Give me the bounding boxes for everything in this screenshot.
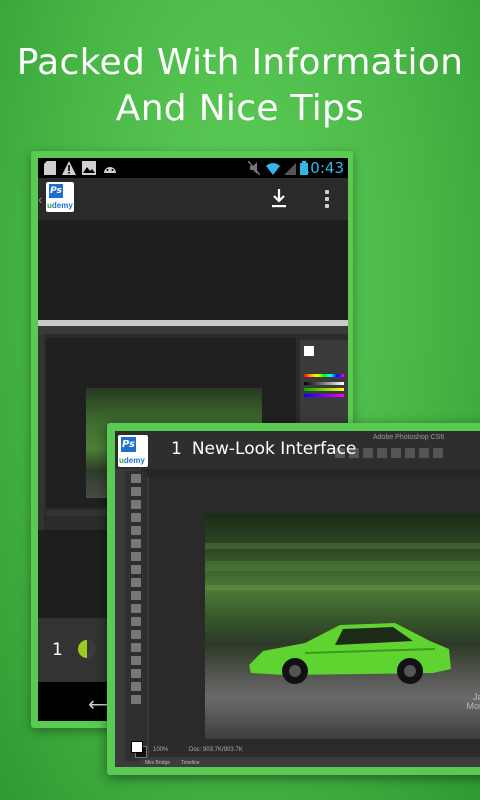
headline-line-2: And Nice Tips	[115, 88, 365, 129]
green-sports-car	[249, 623, 451, 684]
ps-bottom-tabs: Mini Bridge Timeline	[141, 759, 480, 767]
status-time: 10:43	[300, 159, 344, 177]
ps-toolbar	[125, 471, 147, 761]
tab-mini-bridge[interactable]: Mini Bridge	[145, 760, 170, 766]
download-icon[interactable]	[271, 189, 287, 209]
foreground-color-swatch	[131, 741, 143, 753]
lesson-title-row: 1 New-Look Interface	[171, 439, 356, 459]
wifi-icon	[266, 163, 280, 175]
status-bar: 10:43	[38, 158, 348, 178]
tab-timeline[interactable]: Timeline	[181, 760, 200, 766]
zoom-level: 100%	[153, 747, 169, 753]
lesson-number: 1	[171, 439, 182, 459]
lesson-header: Ps udemy Adobe Photoshop CS6 1 New-Look I…	[115, 431, 480, 469]
document-area: Jason Morgan	[149, 477, 480, 745]
sd-card-icon	[44, 161, 56, 175]
signal-icon	[284, 163, 296, 175]
page-number: 1	[52, 640, 63, 660]
front-tablet-frame: Ps udemy Adobe Photoshop CS6 1 New-Look I…	[107, 423, 480, 775]
progress-indicator	[78, 640, 96, 658]
ps-status-bar: 100% Doc: 903.7K/903.7K	[149, 745, 480, 757]
lesson-title: New-Look Interface	[191, 439, 357, 459]
action-bar: ‹ Ps udemy	[38, 178, 348, 220]
headline-line-1: Packed With Information	[16, 42, 464, 83]
headline: Packed With Information And Nice Tips	[0, 40, 480, 132]
image-icon	[82, 161, 96, 175]
doc-info: Doc: 903.7K/903.7K	[189, 747, 243, 753]
warning-icon	[62, 161, 76, 175]
mute-icon	[248, 161, 260, 175]
overflow-menu-icon[interactable]	[324, 190, 330, 210]
car-image: Jason Morgan	[205, 513, 480, 739]
app-window-title: Adobe Photoshop CS6	[373, 434, 445, 441]
android-icon	[104, 167, 116, 173]
front-tablet-screen: Ps udemy Adobe Photoshop CS6 1 New-Look I…	[115, 431, 480, 767]
ps-options-bar	[335, 445, 480, 461]
photo-watermark: Jason Morgan	[466, 692, 480, 711]
up-caret-icon[interactable]: ‹	[38, 191, 43, 207]
app-logo[interactable]: Ps udemy	[46, 182, 74, 212]
app-logo[interactable]: Ps udemy	[118, 435, 148, 467]
